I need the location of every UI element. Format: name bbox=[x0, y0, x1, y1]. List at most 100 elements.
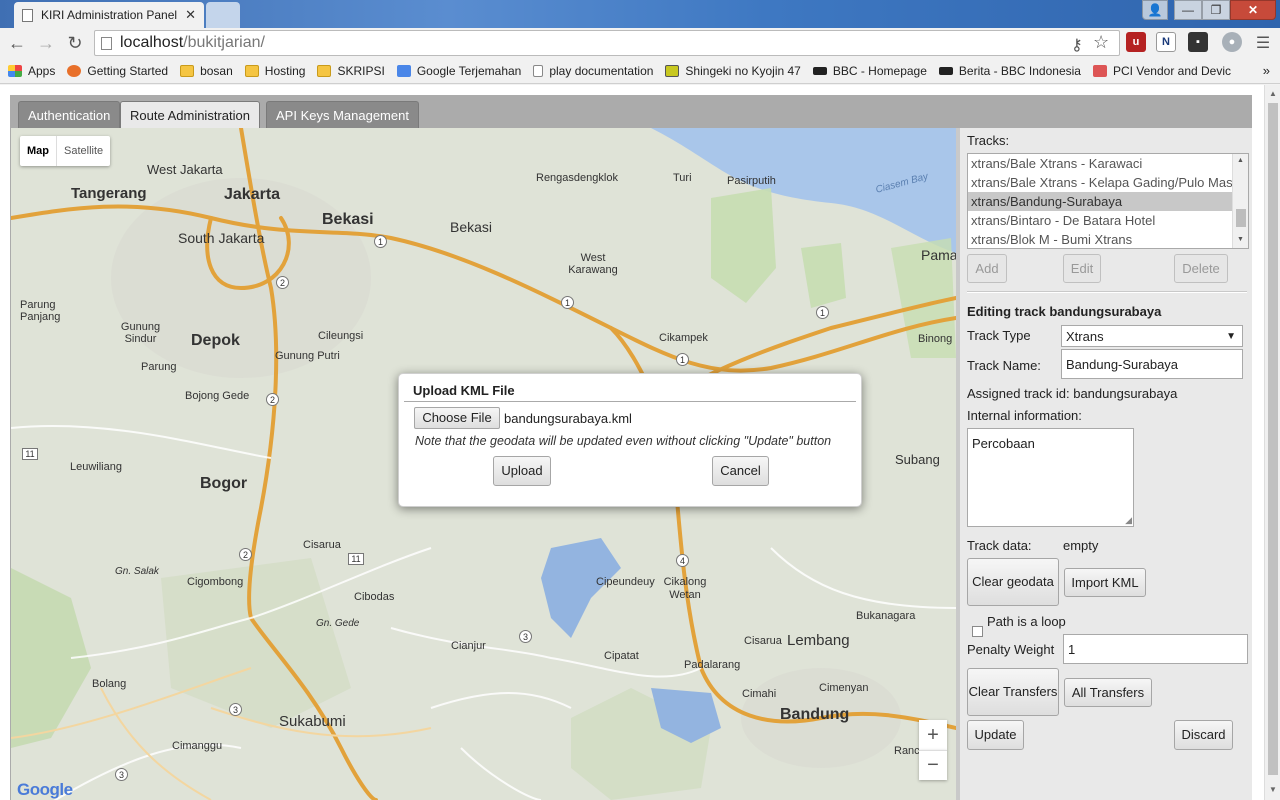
bookmark-google-translate[interactable]: Google Terjemahan bbox=[396, 64, 521, 78]
key-icon[interactable]: ⚷ bbox=[1071, 35, 1083, 55]
map-label-bojong-gede: Bojong Gede bbox=[185, 390, 250, 402]
menu-icon[interactable]: ☰ bbox=[1252, 32, 1274, 54]
route-shield: 3 bbox=[115, 768, 128, 781]
address-bar[interactable]: localhost/bukitjarian/ ⚷ ☆ bbox=[94, 30, 1120, 56]
bookmark-getting-started[interactable]: Getting Started bbox=[67, 64, 168, 78]
map-label-sukabumi: Sukabumi bbox=[279, 713, 346, 730]
scroll-up-icon[interactable]: ▲ bbox=[1269, 89, 1277, 98]
track-item[interactable]: xtrans/Blok M - Bumi Xtrans bbox=[968, 230, 1248, 248]
discard-button[interactable]: Discard bbox=[1174, 720, 1233, 750]
map-label-bekasi: Bekasi bbox=[322, 211, 374, 228]
delete-track-button[interactable]: Delete bbox=[1174, 254, 1228, 283]
tab-route-administration[interactable]: Route Administration bbox=[120, 101, 260, 128]
route-shield: 3 bbox=[229, 703, 242, 716]
reload-icon[interactable]: ↻ bbox=[64, 32, 86, 54]
bbc-icon bbox=[938, 66, 953, 75]
bookmark-apps[interactable]: Apps bbox=[8, 64, 55, 78]
map-label-bogor: Bogor bbox=[200, 475, 248, 492]
map-label-bolang: Bolang bbox=[92, 678, 127, 690]
maximize-button[interactable]: ❐ bbox=[1202, 0, 1230, 20]
track-name-input[interactable]: Bandung-Surabaya bbox=[1061, 349, 1243, 379]
page-scrollbar[interactable]: ▲ ▼ bbox=[1264, 85, 1280, 800]
track-item[interactable]: xtrans/Bale Xtrans - Karawaci bbox=[968, 154, 1248, 173]
map-label-leuwiliang: Leuwiliang bbox=[70, 461, 122, 473]
bookmark-skripsi[interactable]: SKRIPSI bbox=[317, 64, 385, 78]
new-tab-button[interactable] bbox=[206, 2, 240, 28]
divider bbox=[967, 291, 1247, 293]
page-scroll-thumb[interactable] bbox=[1268, 103, 1278, 775]
ublock-extension-icon[interactable]: u bbox=[1126, 32, 1146, 52]
route-shield: 4 bbox=[676, 554, 689, 567]
tracks-scrollbar[interactable]: ▲ ▼ bbox=[1232, 154, 1248, 248]
bookmarks-overflow-icon[interactable]: » bbox=[1263, 63, 1270, 78]
close-window-button[interactable]: ✕ bbox=[1230, 0, 1276, 20]
map-label-cileungsi: Cileungsi bbox=[318, 330, 364, 342]
zoom-out-button[interactable]: − bbox=[919, 750, 947, 780]
folder-icon bbox=[317, 64, 332, 77]
path-loop-checkbox[interactable] bbox=[972, 626, 983, 637]
internal-info-label: Internal information: bbox=[967, 408, 1082, 423]
profile-extension-icon[interactable]: ● bbox=[1222, 32, 1242, 52]
track-item[interactable]: xtrans/Bale Xtrans - Kelapa Gading/Pulo … bbox=[968, 173, 1248, 192]
upload-button[interactable]: Upload bbox=[493, 456, 551, 486]
back-arrow-icon[interactable]: ← bbox=[6, 32, 28, 54]
cancel-button[interactable]: Cancel bbox=[712, 456, 769, 486]
clear-geodata-button[interactable]: Clear geodata bbox=[967, 558, 1059, 606]
choose-file-button[interactable]: Choose File bbox=[414, 407, 500, 429]
map-label-rengasdengklok: Rengasdengklok bbox=[536, 172, 618, 184]
resize-handle-icon[interactable]: ◢ bbox=[1125, 515, 1132, 526]
track-item[interactable]: xtrans/Bintaro - De Batara Hotel bbox=[968, 211, 1248, 230]
tracks-listbox[interactable]: xtrans/Bale Xtrans - Karawaci xtrans/Bal… bbox=[967, 153, 1249, 249]
map-label-cipatat: Cipatat bbox=[604, 650, 639, 662]
user-icon[interactable]: 👤 bbox=[1142, 0, 1168, 20]
bbc-icon bbox=[812, 66, 827, 75]
scroll-down-icon[interactable]: ▼ bbox=[1237, 236, 1244, 243]
clear-transfers-button[interactable]: Clear Transfers bbox=[967, 668, 1059, 716]
bookmark-shingeki[interactable]: Shingeki no Kyojin 47 bbox=[665, 64, 801, 78]
page-icon bbox=[533, 64, 544, 77]
import-kml-button[interactable]: Import KML bbox=[1064, 568, 1146, 597]
edit-track-button[interactable]: Edit bbox=[1063, 254, 1101, 283]
map-label-parung: Parung bbox=[141, 361, 177, 373]
route-shield: 1 bbox=[816, 306, 829, 319]
minimize-button[interactable]: — bbox=[1174, 0, 1202, 20]
penalty-weight-input[interactable]: 1 bbox=[1063, 634, 1248, 664]
bookmark-bbc-indonesia[interactable]: Berita - BBC Indonesia bbox=[938, 64, 1081, 78]
tab-api-keys-management[interactable]: API Keys Management bbox=[266, 101, 419, 128]
map-label-cisarua-east: Cisarua bbox=[744, 635, 782, 647]
tab-close-icon[interactable]: ✕ bbox=[185, 7, 196, 23]
track-type-value: Xtrans bbox=[1066, 328, 1104, 344]
bookmark-hosting[interactable]: Hosting bbox=[244, 64, 305, 78]
notion-extension-icon[interactable]: N bbox=[1156, 32, 1176, 52]
add-track-button[interactable]: Add bbox=[967, 254, 1007, 283]
bookmark-play-documentation[interactable]: play documentation bbox=[533, 64, 653, 78]
tab-authentication[interactable]: Authentication bbox=[18, 101, 121, 128]
internal-info-textarea[interactable]: Percobaan ◢ bbox=[967, 428, 1134, 527]
bookmark-pci-vendor[interactable]: PCI Vendor and Devic bbox=[1092, 64, 1231, 78]
extension-icon[interactable]: ▪ bbox=[1188, 32, 1208, 52]
map-label-cianjur: Cianjur bbox=[451, 640, 486, 652]
map-label-bukanagara: Bukanagara bbox=[856, 610, 916, 622]
url-path: /bukitjarian/ bbox=[183, 34, 265, 51]
map-label-subang: Subang bbox=[895, 452, 940, 467]
scroll-down-icon[interactable]: ▼ bbox=[1269, 785, 1277, 794]
bookmark-bosan[interactable]: bosan bbox=[180, 64, 233, 78]
folder-icon bbox=[244, 64, 259, 77]
bookmark-star-icon[interactable]: ☆ bbox=[1093, 32, 1109, 53]
forward-arrow-icon[interactable]: → bbox=[35, 32, 57, 54]
map-label-gunung-putri: Gunung Putri bbox=[275, 350, 340, 362]
selected-file-name: bandungsurabaya.kml bbox=[504, 411, 632, 426]
map-type-map-button[interactable]: Map bbox=[20, 136, 57, 166]
scroll-up-icon[interactable]: ▲ bbox=[1237, 157, 1244, 164]
page-icon bbox=[101, 36, 112, 50]
scroll-thumb[interactable] bbox=[1236, 209, 1246, 227]
track-type-select[interactable]: Xtrans ▼ bbox=[1061, 325, 1243, 347]
zoom-in-button[interactable]: + bbox=[919, 720, 947, 750]
track-item-selected[interactable]: xtrans/Bandung-Surabaya bbox=[968, 192, 1248, 211]
map-type-satellite-button[interactable]: Satellite bbox=[57, 136, 110, 166]
browser-tab[interactable]: KIRI Administration Panel ✕ bbox=[14, 2, 204, 28]
bookmark-bbc-homepage[interactable]: BBC - Homepage bbox=[812, 64, 927, 78]
update-button[interactable]: Update bbox=[967, 720, 1024, 750]
all-transfers-button[interactable]: All Transfers bbox=[1064, 678, 1152, 707]
dialog-body: Choose File bandungsurabaya.kml Note tha… bbox=[404, 403, 856, 500]
